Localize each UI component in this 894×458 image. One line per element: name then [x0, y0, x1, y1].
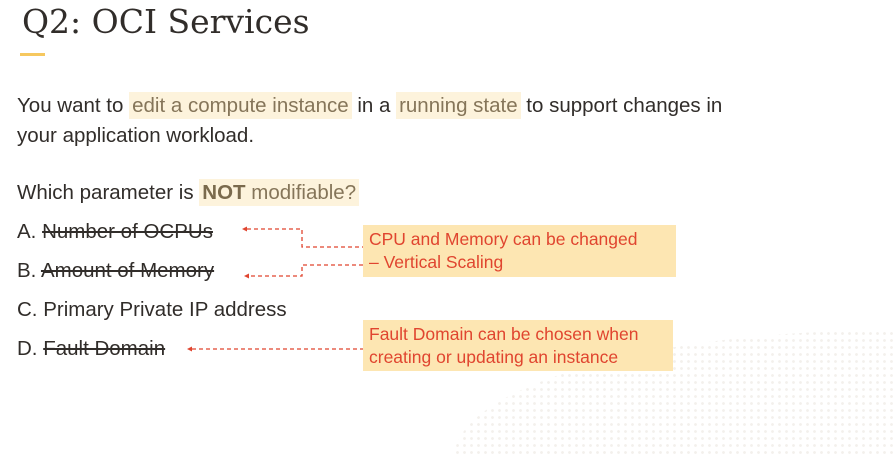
arrowhead-b-icon: [244, 273, 249, 279]
connector-a: [247, 228, 363, 248]
arrowhead-d-icon: [187, 346, 192, 352]
connector-b: [249, 264, 363, 277]
connector-lines: [187, 226, 363, 352]
arrowhead-a-icon: [242, 226, 247, 232]
